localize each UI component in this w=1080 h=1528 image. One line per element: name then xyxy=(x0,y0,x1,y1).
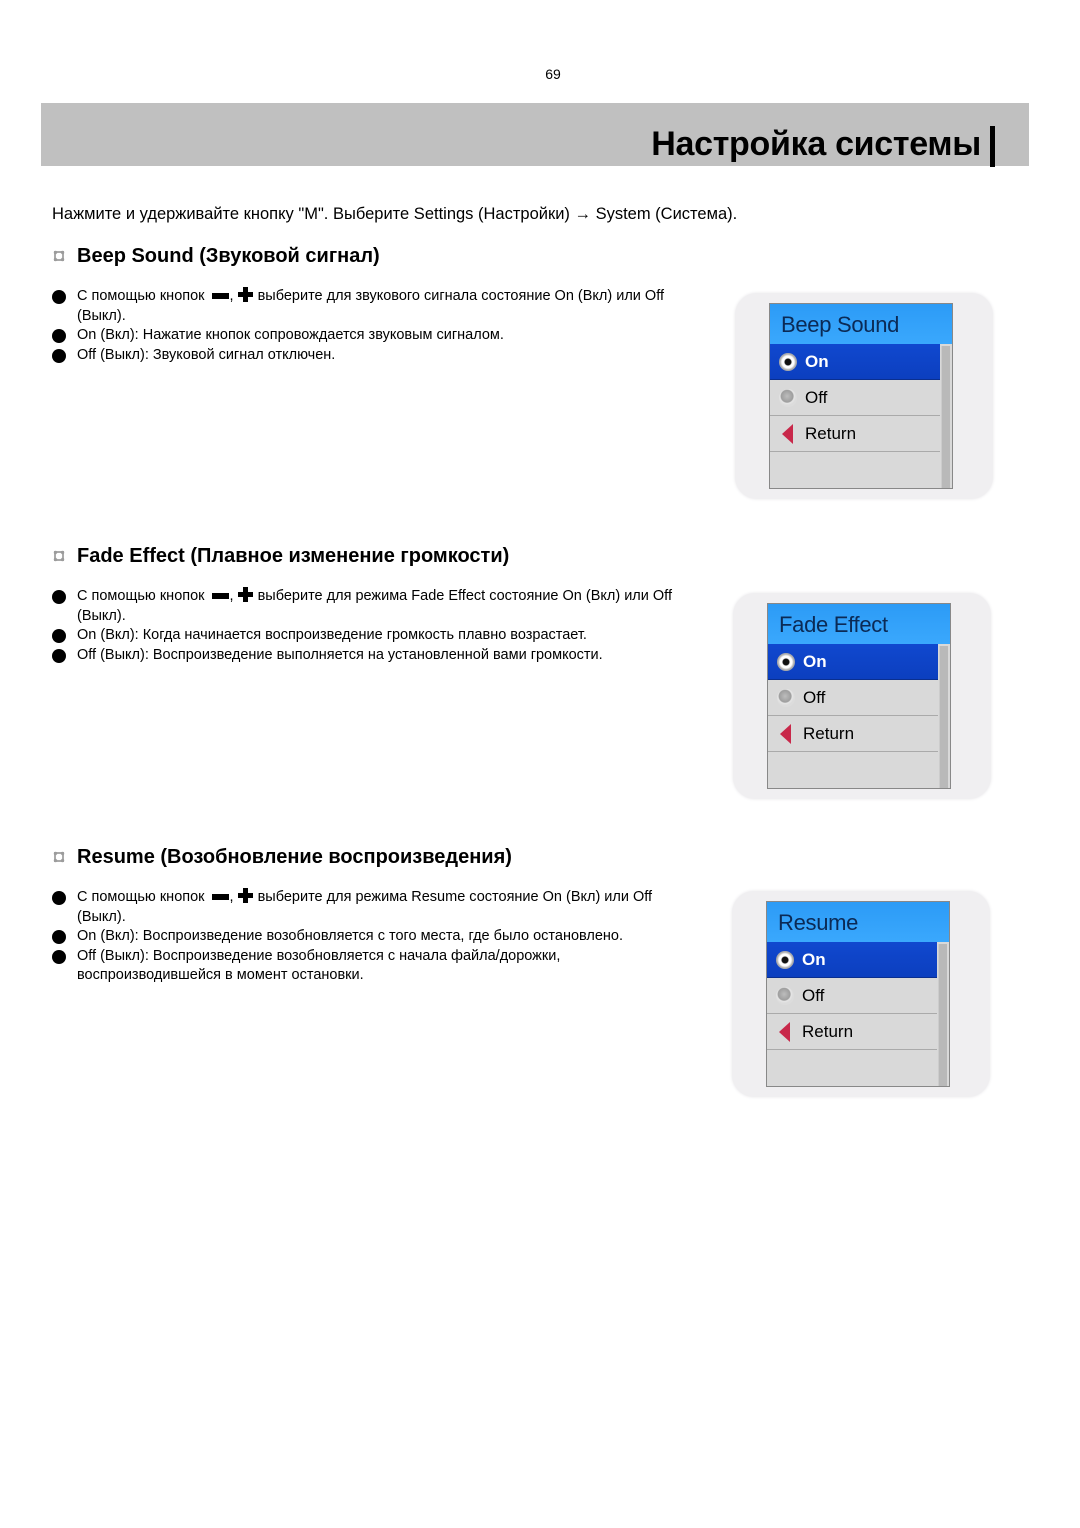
device-screen: Resume On Off Return xyxy=(766,901,950,1087)
page-title: Настройка системы xyxy=(651,125,981,163)
menu-option-return[interactable]: Return xyxy=(768,716,938,752)
bullet-icon xyxy=(52,629,66,643)
minus-button-icon xyxy=(211,293,229,300)
menu-option-off[interactable]: Off xyxy=(770,380,940,416)
radio-unselected-icon xyxy=(777,688,795,707)
bullet-icon xyxy=(52,930,66,944)
device-screenshot-fade-effect: Fade Effect On Off Return xyxy=(733,593,991,799)
bullet-list: С помощью кнопок , выберите для режима Fa… xyxy=(52,587,702,665)
plus-button-icon xyxy=(237,287,253,302)
bullet-icon xyxy=(52,949,66,964)
page-number: 69 xyxy=(545,66,561,82)
bullet-item: С помощью кнопок , выберите для звукового… xyxy=(52,287,702,326)
bullet-item: С помощью кнопок , выберите для режима Fa… xyxy=(52,587,702,626)
menu-option-off[interactable]: Off xyxy=(768,680,938,716)
heading-text: Resume (Возобновление воспроизведения) xyxy=(77,845,512,868)
bullet-item: Off (Выкл): Воспроизведение возобновляет… xyxy=(52,947,702,986)
bullet-item: Off (Выкл): Звуковой сигнал отключен. xyxy=(52,346,702,366)
section-heading: Resume (Возобновление воспроизведения) xyxy=(52,844,1012,870)
radio-selected-icon xyxy=(779,352,797,371)
return-arrow-icon xyxy=(782,423,793,444)
minus-button-icon xyxy=(211,894,229,901)
bullet-item: С помощью кнопок , выберите для режима Re… xyxy=(52,888,702,927)
radio-unselected-icon xyxy=(776,986,794,1005)
menu-option-on[interactable]: On xyxy=(770,344,940,380)
radio-selected-icon xyxy=(776,950,794,969)
radio-selected-icon xyxy=(777,652,795,671)
bullet-item: On (Вкл): Воспроизведение возобновляется… xyxy=(52,927,702,947)
bullet-icon xyxy=(52,348,66,363)
bullet-list: С помощью кнопок , выберите для звукового… xyxy=(52,287,702,365)
screen-title: Fade Effect xyxy=(768,604,950,644)
heading-text: Fade Effect (Плавное изменение громкости… xyxy=(77,544,510,567)
return-arrow-icon xyxy=(779,1021,790,1042)
plus-button-icon xyxy=(237,587,253,602)
minus-button-icon xyxy=(211,593,229,600)
scrollbar[interactable] xyxy=(939,646,948,788)
menu-option-on[interactable]: On xyxy=(768,644,938,680)
menu-option-on[interactable]: On xyxy=(767,942,937,978)
intro-text: Нажмите и удерживайте кнопку "M". Выбери… xyxy=(52,205,738,223)
menu-option-off[interactable]: Off xyxy=(767,978,937,1014)
screen-title: Resume xyxy=(767,902,949,942)
bullet-item: Off (Выкл): Воспроизведение выполняется … xyxy=(52,646,702,666)
device-screenshot-beep-sound: Beep Sound On Off Return xyxy=(735,293,993,499)
section-heading: Beep Sound (Звуковой сигнал) xyxy=(52,243,1012,269)
device-screen: Beep Sound On Off Return xyxy=(769,303,953,489)
bullet-icon xyxy=(52,648,66,663)
device-screen: Fade Effect On Off Return xyxy=(767,603,951,789)
radio-unselected-icon xyxy=(779,388,797,407)
bullet-item: On (Вкл): Нажатие кнопок сопровождается … xyxy=(52,326,702,346)
section-marker-icon xyxy=(52,850,66,864)
scrollbar[interactable] xyxy=(938,944,947,1086)
return-arrow-icon xyxy=(780,723,791,744)
bullet-icon xyxy=(52,290,66,304)
device-screenshot-resume: Resume On Off Return xyxy=(732,891,990,1097)
menu-option-return[interactable]: Return xyxy=(767,1014,937,1050)
section-heading: Fade Effect (Плавное изменение громкости… xyxy=(52,543,1012,569)
plus-button-icon xyxy=(237,888,253,903)
section-marker-icon xyxy=(52,249,66,263)
heading-text: Beep Sound (Звуковой сигнал) xyxy=(77,244,380,267)
bullet-icon xyxy=(52,891,66,905)
bullet-icon xyxy=(52,329,66,343)
menu-option-return[interactable]: Return xyxy=(770,416,940,452)
title-rule xyxy=(990,126,995,167)
title-bar: Настройка системы xyxy=(41,103,1029,167)
scrollbar[interactable] xyxy=(941,346,950,488)
bullet-item: On (Вкл): Когда начинается воспроизведен… xyxy=(52,626,702,646)
bullet-icon xyxy=(52,590,66,604)
screen-title: Beep Sound xyxy=(770,304,952,344)
section-marker-icon xyxy=(52,549,66,563)
bullet-list: С помощью кнопок , выберите для режима Re… xyxy=(52,888,702,986)
